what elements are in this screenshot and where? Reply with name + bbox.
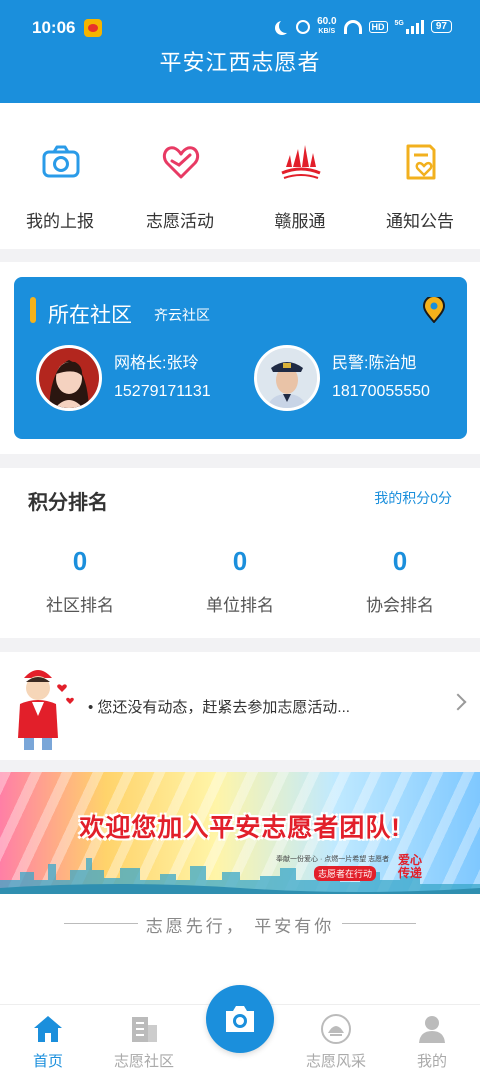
signal-icon: 5G: [394, 19, 424, 34]
tab-label: 志愿风采: [305, 1053, 366, 1070]
chevron-right-icon[interactable]: [449, 693, 467, 711]
slogan: 志愿先行， 平安有你: [145, 917, 335, 937]
status-icons: 60.0 KB/S HD 5G 97: [275, 17, 452, 36]
home-icon: [34, 1016, 62, 1042]
quick-item-notice[interactable]: 通知公告: [360, 103, 480, 249]
tab-label: 我的: [416, 1053, 447, 1070]
camera-icon: [226, 1006, 254, 1032]
status-time: 10:06: [32, 18, 76, 37]
police-avatar: [254, 345, 320, 411]
community-name: 齐云社区: [154, 307, 210, 323]
banner-heart-text: 爱心传递: [398, 853, 423, 880]
divider: [342, 923, 416, 924]
weibo-notification-icon: [84, 19, 102, 37]
quick-item-label: 通知公告: [386, 212, 454, 231]
police-phone[interactable]: 18170055550: [332, 383, 430, 401]
quick-item-my-report[interactable]: 我的上报: [0, 103, 120, 249]
police-contact[interactable]: 民警:陈治旭 18170055550: [254, 345, 464, 413]
tab-volunteer-style[interactable]: 志愿风采: [288, 1005, 384, 1073]
banner-section: 欢迎您加入平安志愿者团队! 奉献一份爱心 · 点燃一片希望 志愿者 志愿者在行动…: [0, 772, 480, 1004]
tab-label: 首页: [32, 1053, 63, 1070]
banner-subline: 奉献一份爱心 · 点燃一片希望 志愿者: [276, 856, 390, 863]
community-card[interactable]: 所在社区 齐云社区 网格长:张玲 15279171131 民警:陈治旭 1817…: [14, 277, 467, 439]
volunteer-mascot-icon: [18, 670, 74, 750]
promo-banner[interactable]: 欢迎您加入平安志愿者团队! 奉献一份爱心 · 点燃一片希望 志愿者 志愿者在行动…: [0, 772, 480, 894]
tab-label: 志愿社区: [113, 1053, 174, 1070]
police-role: 民警:陈治旭: [332, 355, 417, 372]
my-points-link[interactable]: 我的积分0分: [374, 488, 452, 508]
rank-label: 社区排名: [46, 596, 114, 615]
hd-badge: HD: [368, 20, 388, 33]
net-speed: 60.0 KB/S: [317, 16, 337, 36]
rank-unit[interactable]: 0 单位排名: [160, 546, 320, 616]
camera-icon: [42, 145, 80, 178]
quick-menu: 我的上报 志愿活动 赣服通 通知公告: [0, 103, 480, 249]
grid-leader-contact[interactable]: 网格长:张玲 15279171131: [36, 345, 246, 413]
heart-icon: [162, 146, 200, 179]
rank-association[interactable]: 0 协会排名: [320, 546, 480, 616]
tab-volunteer-community[interactable]: 志愿社区: [96, 1005, 192, 1073]
rank-value: 0: [392, 546, 408, 576]
signal-label: 5G: [394, 19, 404, 27]
tab-home[interactable]: 首页: [0, 1005, 96, 1073]
ranking-title: 积分排名: [28, 492, 108, 514]
quick-item-label: 志愿活动: [146, 212, 214, 231]
do-not-disturb-icon: [279, 19, 293, 33]
tab-mine[interactable]: 我的: [384, 1005, 480, 1073]
rank-label: 协会排名: [366, 596, 434, 615]
notice-icon: [406, 144, 436, 180]
style-icon: [321, 1014, 351, 1044]
title-accent-bar: [30, 297, 36, 323]
rank-value: 0: [72, 546, 88, 576]
quick-item-label: 赣服通: [274, 212, 326, 231]
ranking-section: 积分排名 我的积分0分 0 社区排名 0 单位排名 0 协会排名: [0, 468, 480, 638]
banner-headline: 欢迎您加入平安志愿者团队!: [79, 814, 401, 842]
rank-value: 0: [232, 546, 248, 576]
quick-item-ganfutong[interactable]: 赣服通: [240, 103, 360, 249]
banner-tag: 志愿者在行动: [314, 866, 377, 881]
battery-icon: 97: [430, 20, 452, 33]
grid-leader-avatar: [36, 345, 102, 411]
grid-leader-phone[interactable]: 15279171131: [114, 383, 211, 401]
page-title: 平安江西志愿者: [159, 50, 321, 75]
activity-feed[interactable]: • 您还没有动态，赶紧去参加志愿活动...: [0, 652, 480, 760]
profile-icon: [419, 1016, 445, 1043]
quick-item-volunteer-activity[interactable]: 志愿活动: [120, 103, 240, 249]
rank-community[interactable]: 0 社区排名: [0, 546, 160, 616]
ganfutong-logo-icon: [281, 145, 321, 179]
camera-report-button[interactable]: [206, 985, 274, 1053]
community-icon: [132, 1017, 157, 1042]
app-header: 10:06 60.0 KB/S HD 5G 97 平安江西志愿者: [0, 0, 480, 103]
alarm-icon: [296, 19, 311, 34]
community-section: 所在社区 齐云社区 网格长:张玲 15279171131 民警:陈治旭 1817…: [0, 262, 480, 454]
grid-leader-role: 网格长:张玲: [114, 355, 199, 372]
quick-item-label: 我的上报: [26, 212, 94, 231]
community-title: 所在社区: [48, 304, 132, 327]
wifi-icon: [343, 19, 362, 34]
feed-empty-message: • 您还没有动态，赶紧去参加志愿活动...: [88, 699, 350, 716]
rank-label: 单位排名: [206, 596, 274, 615]
location-pin-icon[interactable]: [423, 297, 445, 323]
